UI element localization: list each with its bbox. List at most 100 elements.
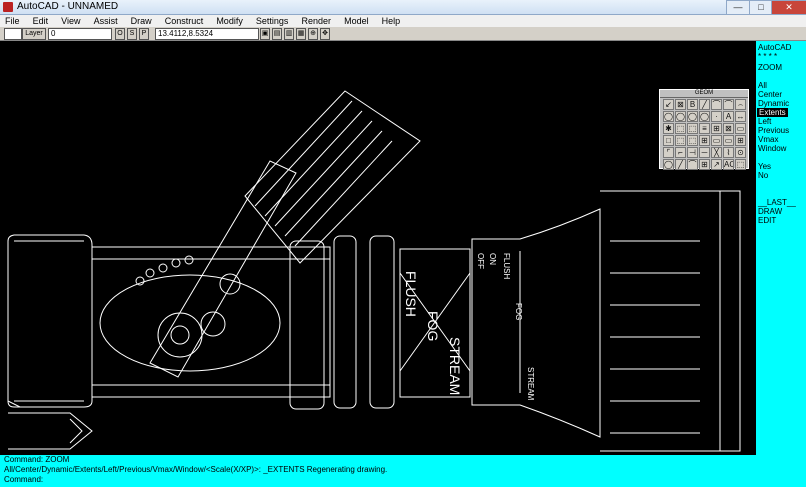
- toolbox-tool-icon[interactable]: ↙: [663, 99, 674, 110]
- toolbox-tool-icon[interactable]: ↔: [735, 111, 746, 122]
- toolbox-tool-icon[interactable]: ◯: [699, 111, 710, 122]
- menu-view[interactable]: View: [56, 15, 85, 27]
- toolbox-tool-icon[interactable]: ⬚: [675, 135, 686, 146]
- nozzle-body: [7, 90, 741, 452]
- screen-menu-item[interactable]: Vmax: [758, 135, 778, 144]
- command-history-1: Command: ZOOM: [4, 455, 70, 464]
- toolbox-tool-icon[interactable]: ⬚: [675, 123, 686, 134]
- toolbox-tool-icon[interactable]: □: [663, 135, 674, 146]
- screen-menu-header[interactable]: AutoCAD: [758, 43, 791, 52]
- toolbox-tool-icon[interactable]: ⌒: [711, 99, 722, 110]
- command-history-2: All/Center/Dynamic/Extents/Left/Previous…: [4, 465, 388, 474]
- close-button[interactable]: ✕: [771, 0, 806, 15]
- toolbox-tool-icon[interactable]: ⊠: [675, 99, 686, 110]
- layer-button[interactable]: Layer: [22, 28, 46, 40]
- toolbar: Layer 0 O S P 13.4112,8.5324 ▣ ▤ ▥ ▦ ⊕ ✥: [0, 27, 806, 41]
- toolbox-tool-icon[interactable]: ⌐: [675, 147, 686, 158]
- menu-draw[interactable]: Draw: [126, 15, 157, 27]
- toolbox-tool-icon[interactable]: ≡: [699, 123, 710, 134]
- screen-menu-item[interactable]: All: [758, 81, 767, 90]
- command-line[interactable]: Command: ZOOM All/Center/Dynamic/Extents…: [0, 455, 806, 487]
- pan-icon[interactable]: ✥: [320, 28, 330, 40]
- screen-menu-item[interactable]: Center: [758, 90, 782, 99]
- menu-bar: File Edit View Assist Draw Construct Mod…: [0, 15, 806, 27]
- toolbox-tool-icon[interactable]: ✱: [663, 123, 674, 134]
- snap-toggle[interactable]: S: [127, 28, 137, 40]
- toolbox-tool-icon[interactable]: ⊞: [699, 135, 710, 146]
- toolbox-tool-icon[interactable]: ⬚: [687, 123, 698, 134]
- toolbox-tool-icon[interactable]: ⊠: [723, 123, 734, 134]
- label-stream-right: STREAM: [526, 367, 535, 401]
- label-fog: FOG: [425, 311, 441, 341]
- menu-assist[interactable]: Assist: [89, 15, 123, 27]
- toolbox-tool-icon[interactable]: AC: [723, 159, 734, 170]
- toolbox-tool-icon[interactable]: ⌒: [723, 99, 734, 110]
- toolbox-tool-icon[interactable]: ⬚: [687, 135, 698, 146]
- screen-menu-item[interactable]: Dynamic: [758, 99, 789, 108]
- toolbox-tool-icon[interactable]: ↗: [711, 159, 722, 170]
- open-drawing-icon[interactable]: ▤: [272, 28, 282, 40]
- save-drawing-icon[interactable]: ▥: [284, 28, 294, 40]
- toolbox-tool-icon[interactable]: ◯: [663, 159, 674, 170]
- minimize-button[interactable]: —: [726, 0, 750, 15]
- plot-icon[interactable]: ▦: [296, 28, 306, 40]
- title-bar: AutoCAD - UNNAMED — □ ✕: [0, 0, 806, 15]
- menu-help[interactable]: Help: [377, 15, 406, 27]
- toolbox-tool-icon[interactable]: ⌒: [687, 159, 698, 170]
- menu-construct[interactable]: Construct: [160, 15, 209, 27]
- menu-file[interactable]: File: [0, 15, 25, 27]
- screen-menu-item[interactable]: DRAW: [758, 207, 782, 216]
- toolbox-title: GEOM: [660, 90, 748, 98]
- toolbox-grid: ↙ ⊠ B ╱ ⌒ ⌒ ⌢ ◯ ◯ ◯ ◯ · A ↔ ✱ ⬚ ⬚ ≡ ⊞ ⊠ ▭ □ ⬚ ⬚ ⊞ ▭ ▭ ⊞ ⌜ ⌐ ⊣ ─ ╳ ⌇ ⊙ ◯ ╱ ⌒ ⊞ ↗…: [663, 99, 746, 170]
- toolbox-tool-icon[interactable]: ⊞: [711, 123, 722, 134]
- color-swatch[interactable]: [4, 28, 22, 40]
- toolbox-tool-icon[interactable]: B: [687, 99, 698, 110]
- toolbox-tool-icon[interactable]: ⌇: [723, 147, 734, 158]
- toolbox-tool-icon[interactable]: ◯: [687, 111, 698, 122]
- menu-edit[interactable]: Edit: [28, 15, 54, 27]
- toolbox-tool-icon[interactable]: A: [723, 111, 734, 122]
- ortho-toggle[interactable]: O: [115, 28, 125, 40]
- screen-menu-item[interactable]: __LAST__: [758, 198, 796, 207]
- toolbox-tool-icon[interactable]: ⊙: [735, 147, 746, 158]
- menu-model[interactable]: Model: [339, 15, 374, 27]
- toolbox-tool-icon[interactable]: ╳: [711, 147, 722, 158]
- toolbox-tool-icon[interactable]: ◯: [663, 111, 674, 122]
- menu-render[interactable]: Render: [296, 15, 336, 27]
- toolbox-tool-icon[interactable]: ⊞: [735, 135, 746, 146]
- screen-menu-item[interactable]: Previous: [758, 126, 789, 135]
- paper-toggle[interactable]: P: [139, 28, 149, 40]
- toolbox-tool-icon[interactable]: ─: [699, 147, 710, 158]
- zoom-icon[interactable]: ⊕: [308, 28, 318, 40]
- nozzle-drawing: FLUSH FOG STREAM OFF ON FLUSH FOG STREAM: [7, 90, 741, 452]
- toolbox-tool-icon[interactable]: ·: [711, 111, 722, 122]
- toolbox-tool-icon[interactable]: ⌢: [735, 99, 746, 110]
- menu-settings[interactable]: Settings: [251, 15, 294, 27]
- toolbox-tool-icon[interactable]: ⊞: [699, 159, 710, 170]
- coordinate-display: 13.4112,8.5324: [155, 28, 259, 40]
- screen-menu-item[interactable]: Yes: [758, 162, 771, 171]
- screen-menu-item[interactable]: No: [758, 171, 768, 180]
- command-prompt[interactable]: Command:: [0, 475, 806, 485]
- toolbox-tool-icon[interactable]: ⬚: [735, 159, 746, 170]
- screen-menu-item[interactable]: Left: [758, 117, 771, 126]
- toolbox-tool-icon[interactable]: ╱: [675, 159, 686, 170]
- screen-menu-stars[interactable]: * * * *: [758, 52, 777, 61]
- new-drawing-icon[interactable]: ▣: [260, 28, 270, 40]
- screen-menu-item[interactable]: EDIT: [758, 216, 776, 225]
- toolbox-tool-icon[interactable]: ▭: [723, 135, 734, 146]
- screen-menu-item[interactable]: ZOOM: [758, 63, 782, 72]
- toolbox-tool-icon[interactable]: ⊣: [687, 147, 698, 158]
- maximize-button[interactable]: □: [749, 0, 773, 15]
- toolbox-tool-icon[interactable]: ▭: [711, 135, 722, 146]
- toolbox-tool-icon[interactable]: ◯: [675, 111, 686, 122]
- toolbox-tool-icon[interactable]: ╱: [699, 99, 710, 110]
- screen-menu-item[interactable]: Extents: [757, 108, 788, 117]
- toolbox-tool-icon[interactable]: ⌜: [663, 147, 674, 158]
- drawing-canvas[interactable]: FLUSH FOG STREAM OFF ON FLUSH FOG STREAM…: [0, 41, 756, 455]
- toolbox-tool-icon[interactable]: ▭: [735, 123, 746, 134]
- menu-modify[interactable]: Modify: [211, 15, 248, 27]
- layer-dropdown[interactable]: 0: [48, 28, 112, 40]
- screen-menu-item[interactable]: Window: [758, 144, 786, 153]
- geometry-toolbox[interactable]: GEOM ↙ ⊠ B ╱ ⌒ ⌒ ⌢ ◯ ◯ ◯ ◯ · A ↔ ✱ ⬚ ⬚ ≡ ⊞ ⊠ ▭ □ ⬚ ⬚ ⊞ ▭ ▭ ⊞ ⌜ ⌐ ⊣ ─ ╳ ⌇ ⊙…: [659, 89, 749, 170]
